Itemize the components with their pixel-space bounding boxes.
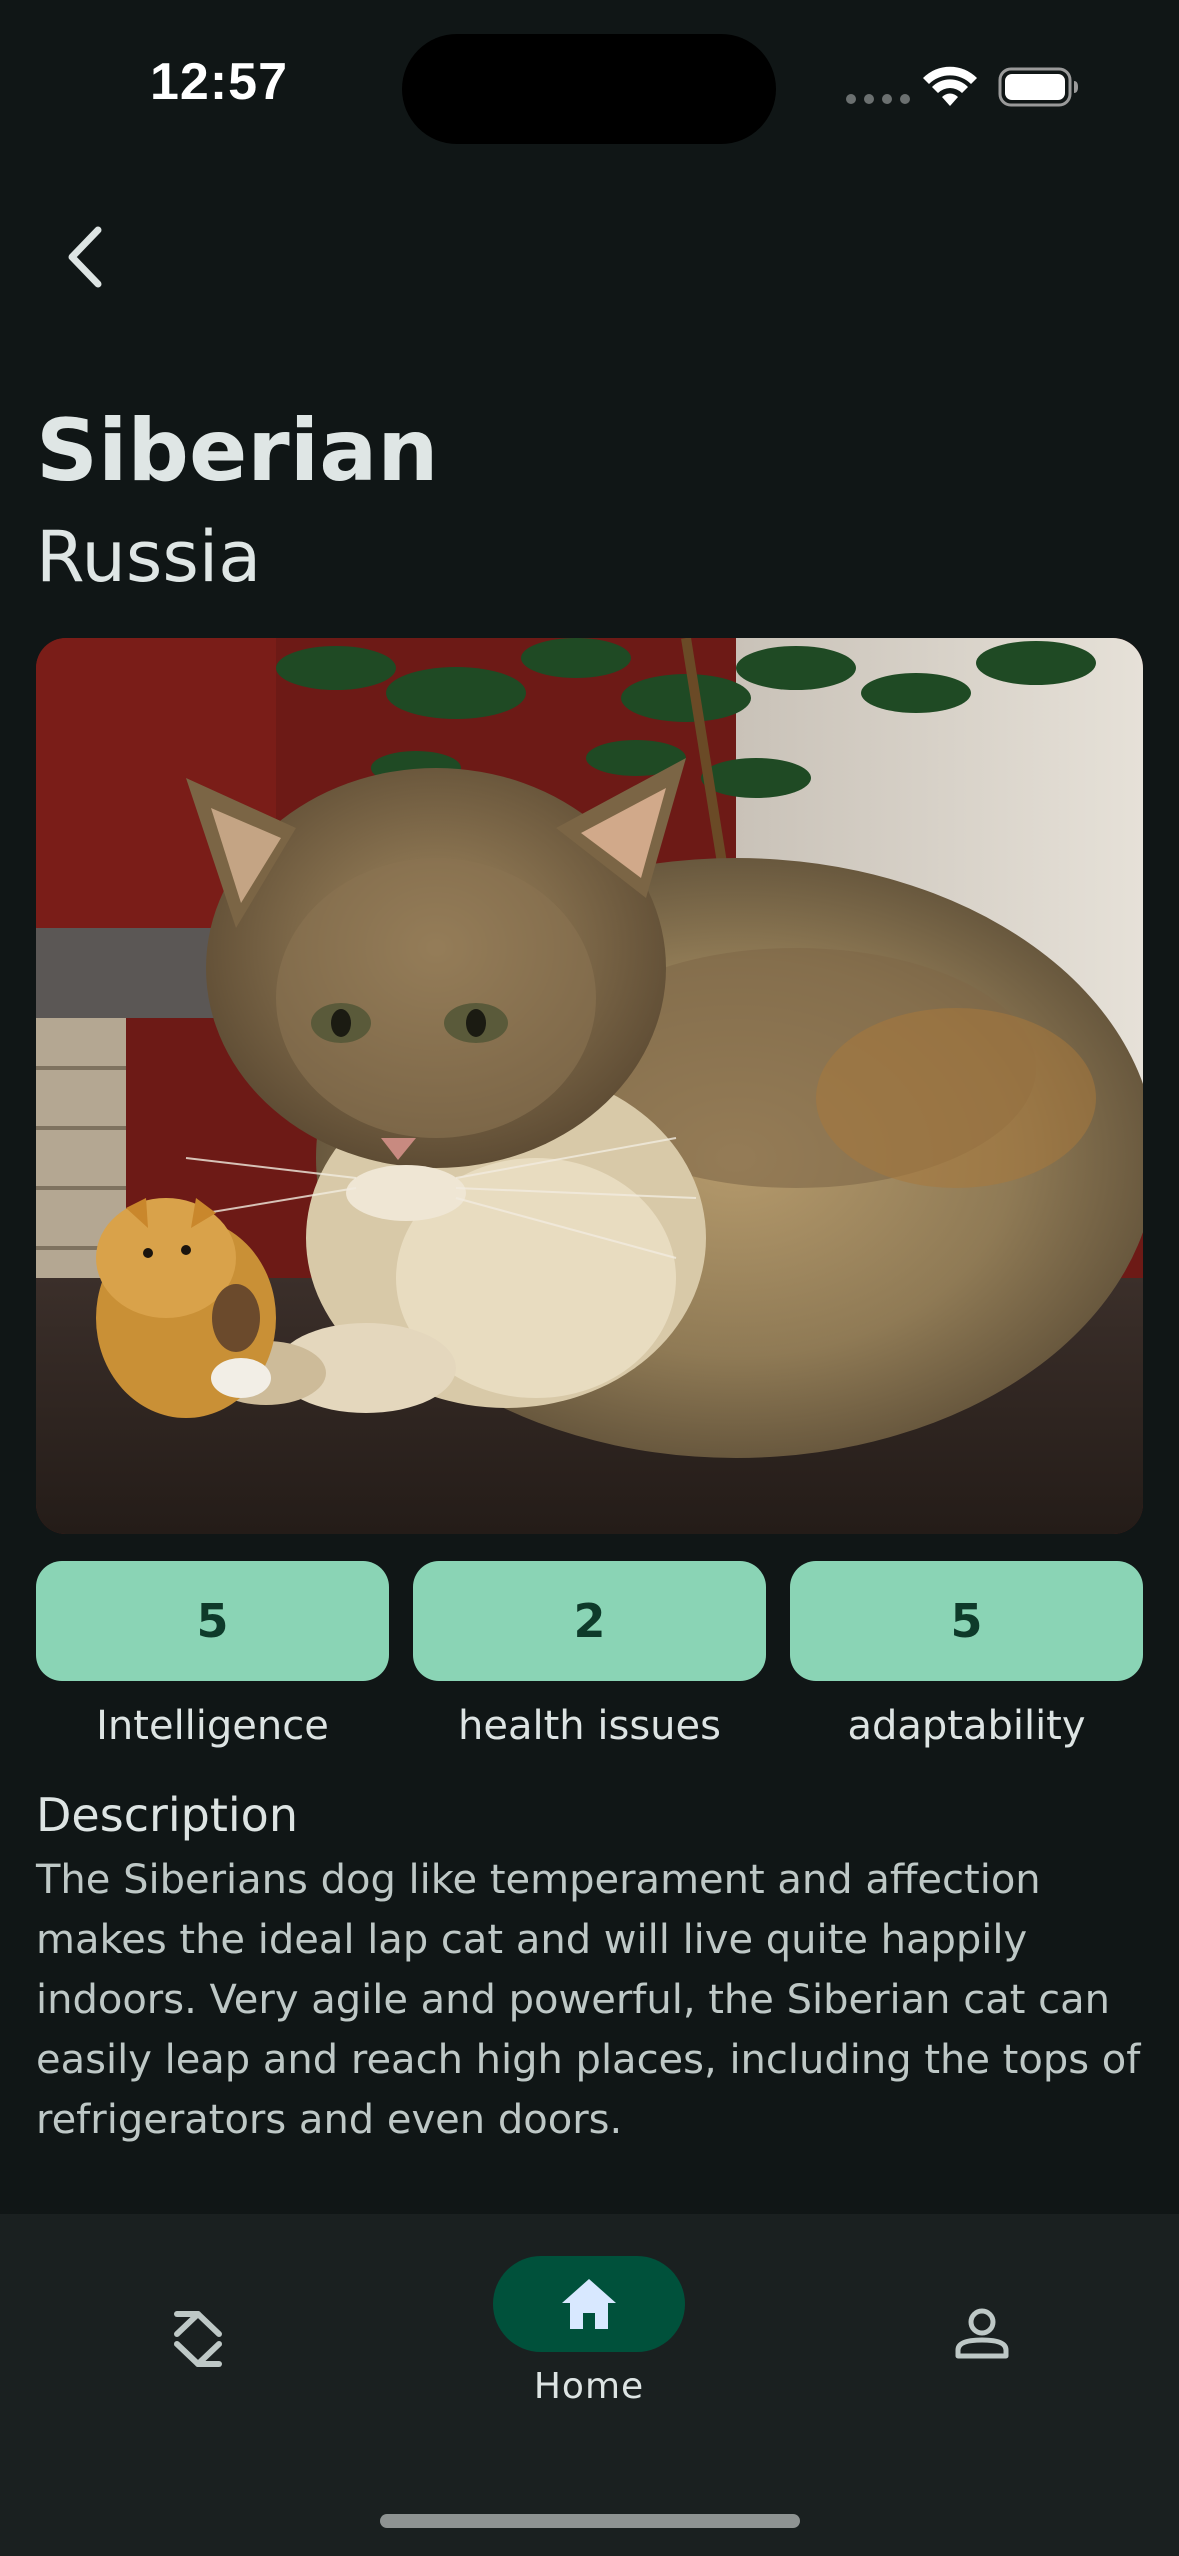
stat-value: 5 bbox=[790, 1561, 1143, 1681]
stat-value: 2 bbox=[413, 1561, 766, 1681]
cellular-signal-icon bbox=[846, 94, 910, 104]
home-active-indicator bbox=[493, 2256, 685, 2352]
breed-origin: Russia bbox=[36, 516, 262, 598]
dynamic-island bbox=[402, 34, 776, 144]
home-indicator bbox=[380, 2514, 800, 2528]
stat-value: 5 bbox=[36, 1561, 389, 1681]
person-icon bbox=[955, 2308, 1009, 2359]
bottom-navigation-bar: Home bbox=[0, 2214, 1179, 2556]
stat-health-issues: 2 health issues bbox=[413, 1561, 766, 1749]
status-time: 12:57 bbox=[150, 53, 288, 111]
chevron-left-icon bbox=[68, 226, 102, 288]
home-icon bbox=[562, 2279, 616, 2329]
stat-label: adaptability bbox=[847, 1703, 1086, 1749]
stat-label: Intelligence bbox=[96, 1703, 329, 1749]
stat-label: health issues bbox=[458, 1703, 721, 1749]
nav-label-home: Home bbox=[533, 2366, 645, 2407]
description-heading: Description bbox=[36, 1788, 298, 1842]
breed-photo bbox=[36, 638, 1143, 1534]
swap-icon bbox=[174, 2311, 222, 2367]
stat-adaptability: 5 adaptability bbox=[790, 1561, 1143, 1749]
stat-intelligence: 5 Intelligence bbox=[36, 1561, 389, 1749]
wifi-icon bbox=[923, 66, 977, 106]
nav-item-home[interactable]: Home bbox=[493, 2256, 685, 2407]
description-text: The Siberians dog like temperament and a… bbox=[36, 1857, 1141, 2143]
battery-icon bbox=[998, 67, 1078, 107]
back-button[interactable] bbox=[40, 212, 130, 302]
nav-item-profile[interactable] bbox=[932, 2304, 1032, 2364]
nav-item-swap[interactable] bbox=[148, 2304, 248, 2374]
breed-name: Siberian bbox=[36, 401, 439, 501]
